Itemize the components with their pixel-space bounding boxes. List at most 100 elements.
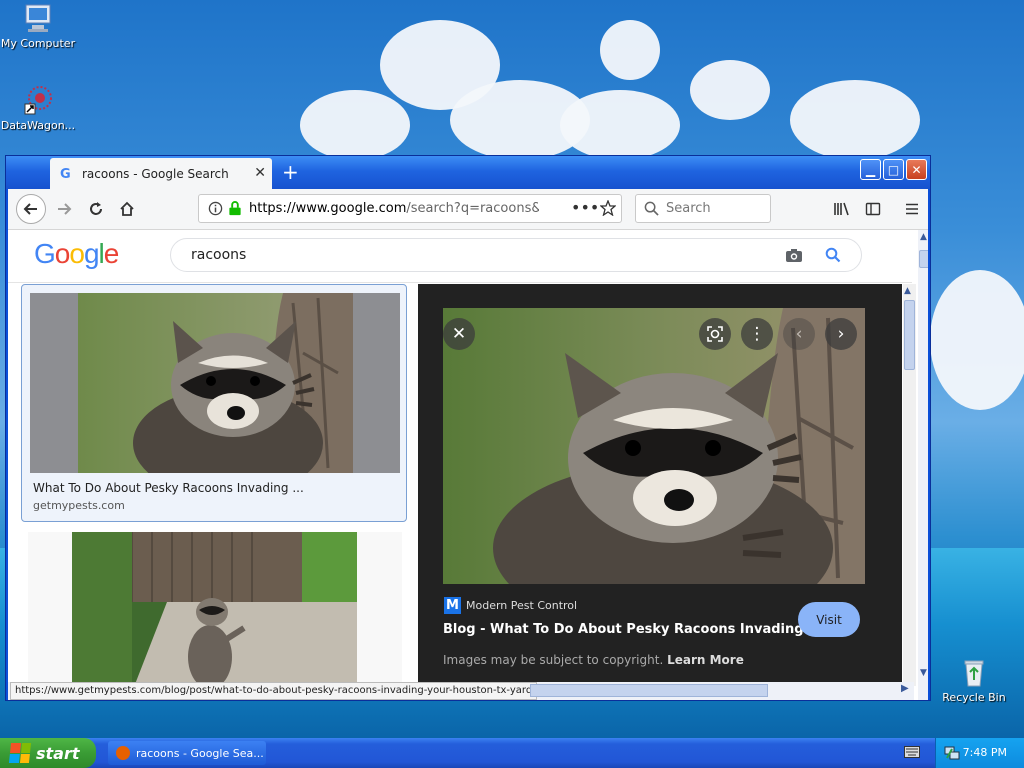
learn-more-link[interactable]: Learn More [667,653,744,667]
page-content: Google racoons What To Do About Pesky Ra… [8,230,928,700]
result-thumbnail[interactable] [72,532,357,692]
reload-icon [90,202,102,215]
clock[interactable]: 7:48 PM [963,746,1007,759]
library-icon [834,202,849,216]
lens-icon [707,326,723,342]
chevron-right-icon: › [837,324,845,344]
tab-close-icon[interactable]: ✕ [254,165,266,181]
scrollbar-thumb[interactable] [904,300,915,370]
close-button[interactable]: ✕ [906,159,927,180]
image-preview-panel: ✕ ⋮ ‹ › M Modern Pest Control Blog - Wha… [418,284,902,700]
home-button[interactable] [115,197,139,221]
cloud [930,270,1024,410]
forward-button[interactable] [52,197,76,221]
hamburger-menu-icon [906,203,918,215]
sidebar-button[interactable] [861,197,885,221]
lock-icon[interactable] [228,201,242,219]
menu-button[interactable] [900,197,924,221]
google-search-bar[interactable]: racoons [170,238,862,272]
title-bar[interactable]: G racoons - Google Search ✕ + ▁ □ ✕ [6,156,930,189]
search-box[interactable]: Search [635,194,771,223]
library-button[interactable] [830,197,854,221]
camera-icon[interactable] [785,248,803,266]
preview-site-name[interactable]: Modern Pest Control [466,599,577,612]
search-query[interactable]: racoons [191,247,246,263]
desktop-icon-label: Recycle Bin [942,691,1006,704]
search-submit-icon[interactable] [825,247,841,266]
close-preview-button[interactable]: ✕ [443,318,475,350]
network-icon[interactable] [944,745,960,764]
taskbar-item-firefox[interactable]: racoons - Google Sea... [108,741,266,765]
lens-button[interactable] [699,318,731,350]
copyright-notice: Images may be subject to copyright. Lear… [443,653,744,667]
result-source[interactable]: getmypests.com [33,499,125,512]
desktop-icon-datawagon[interactable]: DataWagon... [0,84,78,132]
page-scrollbar[interactable]: ▲ ▼ [918,230,928,700]
forward-arrow-icon [58,203,72,215]
desktop-icon-label: DataWagon... [0,119,76,132]
url-path: /search?q=racoons&saf [406,201,539,216]
back-button[interactable] [16,194,46,224]
google-header: Google racoons [8,230,912,283]
url-text: https://www.google.com/search?q=racoons&… [249,201,539,216]
datawagon-icon [22,84,54,116]
windows-logo-icon [8,743,32,763]
horizontal-scrollbar-thumb[interactable] [530,684,768,697]
home-icon [120,201,134,216]
recycle-bin-icon [958,656,990,688]
tab-title: racoons - Google Search [82,166,229,181]
next-button[interactable]: › [825,318,857,350]
keyboard-icon[interactable] [904,746,920,761]
browser-window: G racoons - Google Search ✕ + ▁ □ ✕ http… [5,155,931,701]
start-label: start [36,743,80,763]
result-thumbnail[interactable] [30,293,400,473]
scroll-up-arrow-icon[interactable]: ▲ [920,232,927,242]
scroll-up-arrow-icon[interactable]: ▲ [904,286,911,296]
result-title[interactable]: What To Do About Pesky Racoons Invading … [33,481,304,495]
raccoon-walkway-image [72,532,357,692]
site-logo-icon: M [444,597,461,614]
url-bar[interactable]: https://www.google.com/search?q=racoons&… [198,194,622,223]
search-placeholder: Search [666,201,711,216]
google-favicon-icon: G [60,166,71,182]
page-actions-icon[interactable]: ••• [571,198,599,217]
system-tray: 7:48 PM [935,738,1024,768]
copyright-text: Images may be subject to copyright. [443,653,664,667]
cloud [600,20,660,80]
nav-toolbar: https://www.google.com/search?q=racoons&… [8,189,928,230]
previous-button[interactable]: ‹ [783,318,815,350]
scrollbar-thumb[interactable] [919,250,928,268]
close-icon: ✕ [451,324,467,344]
taskbar: start racoons - Google Sea... 7:48 PM [0,738,1024,768]
visit-button[interactable]: Visit [798,602,860,637]
minimize-button[interactable]: ▁ [860,159,881,180]
new-tab-button[interactable]: + [282,160,299,184]
image-result[interactable] [28,532,402,692]
desktop-icon-my-computer[interactable]: My Computer [0,2,78,50]
google-logo[interactable]: Google [34,238,119,270]
desktop-icon-recycle-bin[interactable]: Recycle Bin [934,656,1014,704]
scroll-down-arrow-icon[interactable]: ▼ [920,668,927,678]
reload-button[interactable] [84,197,108,221]
results-scrollbar[interactable]: ▲ [903,284,916,686]
bookmark-star-icon[interactable] [599,199,617,219]
scroll-right-arrow-icon[interactable]: ▶ [901,683,909,694]
cloud [690,60,770,120]
image-result-selected[interactable]: What To Do About Pesky Racoons Invading … [21,284,407,522]
search-icon [644,201,659,219]
raccoon-image [78,293,353,473]
start-button[interactable]: start [0,738,96,768]
maximize-button[interactable]: □ [883,159,904,180]
sidebar-icon [865,202,881,216]
computer-icon [22,2,54,34]
more-options-button[interactable]: ⋮ [741,318,773,350]
tab-racoons[interactable]: G racoons - Google Search ✕ [50,158,272,189]
chevron-left-icon: ‹ [795,324,803,344]
desktop-icon-label: My Computer [0,37,76,50]
cloud [790,80,920,160]
preview-image[interactable]: ✕ ⋮ ‹ › [443,308,865,584]
preview-title[interactable]: Blog - What To Do About Pesky Racoons In… [443,622,818,637]
window-controls: ▁ □ ✕ [860,159,927,180]
info-icon[interactable] [208,201,223,219]
back-arrow-icon [23,203,37,215]
